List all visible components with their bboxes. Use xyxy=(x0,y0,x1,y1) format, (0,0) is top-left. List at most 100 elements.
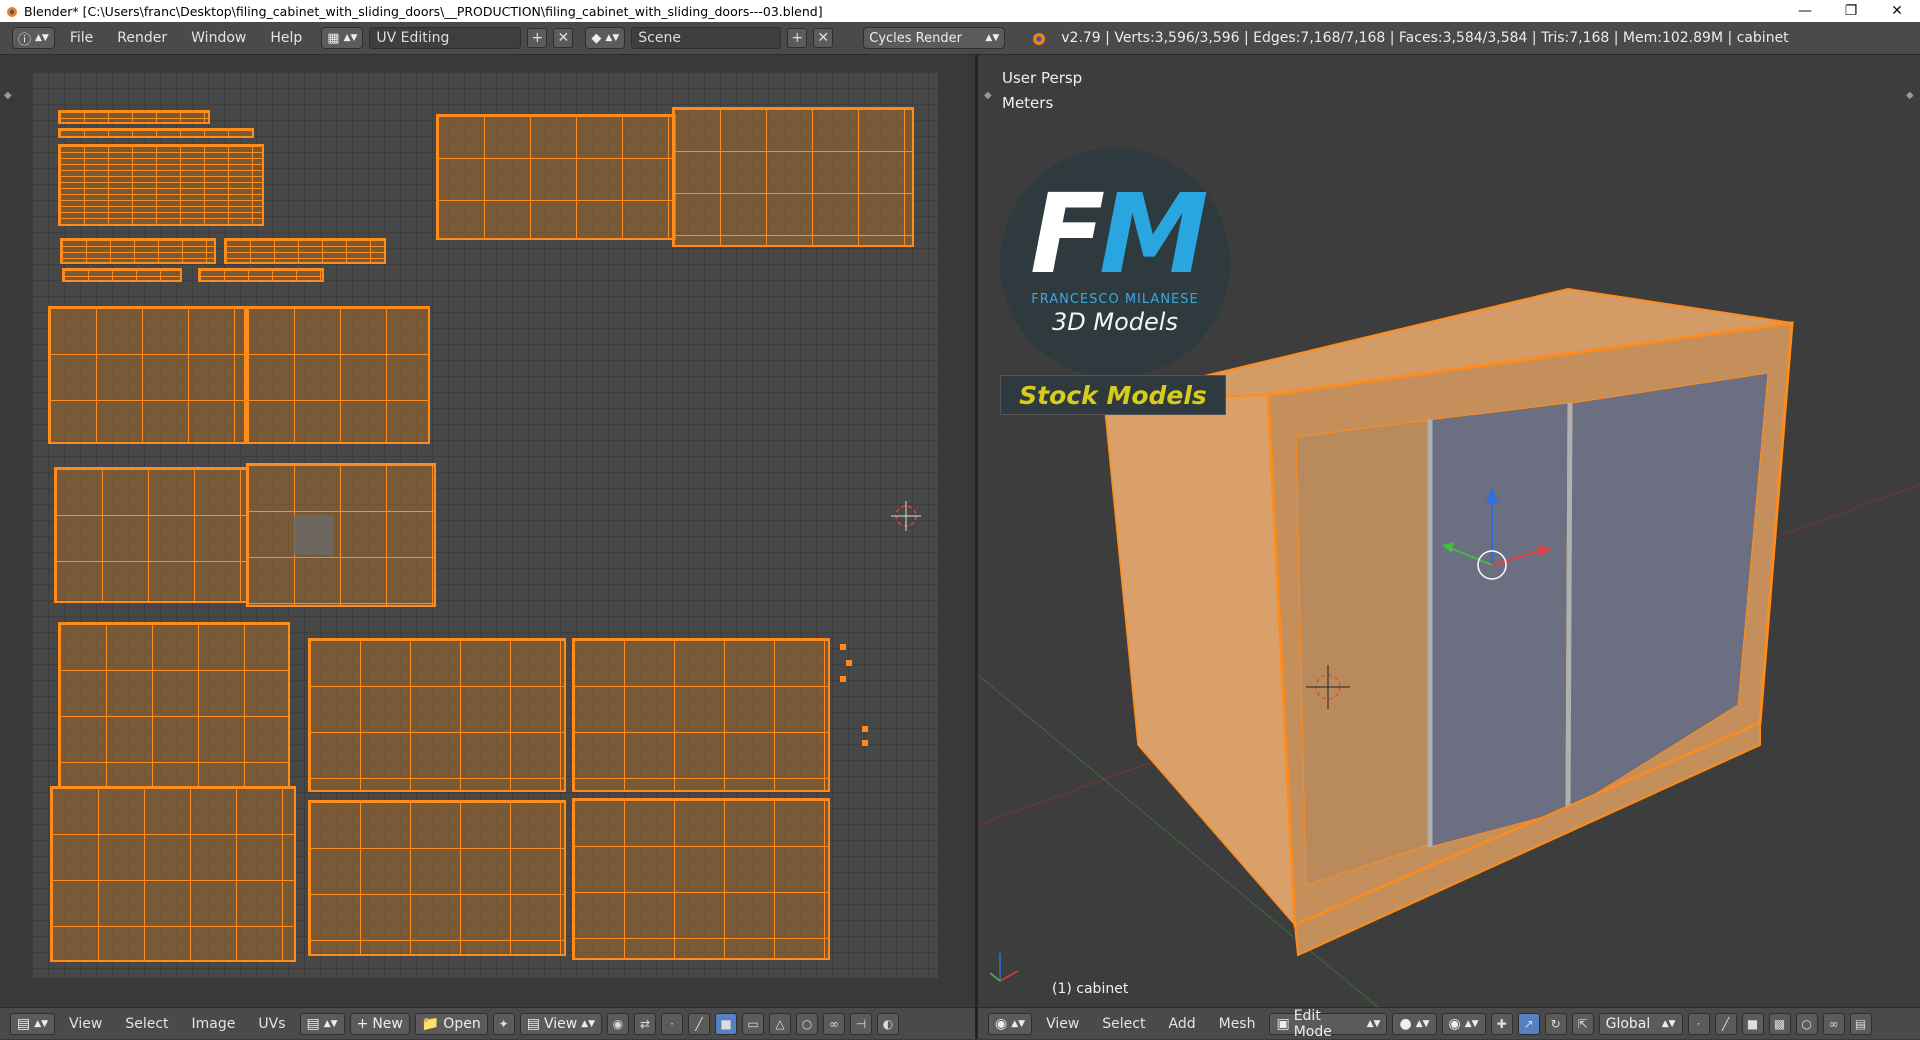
proportional-edit-icon[interactable]: ○ xyxy=(1795,1012,1818,1035)
uv-menu-image[interactable]: Image xyxy=(183,1016,245,1032)
add-layout-icon[interactable]: + xyxy=(527,28,548,48)
plus-icon: + xyxy=(356,1015,369,1032)
remove-scene-icon[interactable]: ✕ xyxy=(813,28,834,48)
menu-help[interactable]: Help xyxy=(261,30,311,46)
editor-type-info-button[interactable]: ⓘ ▲▼ xyxy=(12,27,55,49)
layout-grid-icon: ▦ xyxy=(327,30,340,46)
remove-layout-icon[interactable]: ✕ xyxy=(553,28,574,48)
translate-manipulator-icon[interactable]: ↗ xyxy=(1517,1012,1540,1035)
3d-view-icon: ◉ xyxy=(995,1015,1008,1032)
3d-viewport[interactable]: ◆ ◆ User Persp Meters FM FRANCESCO MILAN… xyxy=(978,55,1920,1007)
proportional-falloff-icon[interactable]: ◐ xyxy=(877,1012,900,1035)
view3d-menu-mesh[interactable]: Mesh xyxy=(1210,1016,1265,1032)
minimize-icon[interactable]: — xyxy=(1782,0,1828,22)
scene-selector-button[interactable]: ◆ ▲▼ xyxy=(585,27,626,49)
uv-island xyxy=(198,268,324,282)
view3d-menu-select[interactable]: Select xyxy=(1093,1016,1154,1032)
uv-island xyxy=(246,306,430,444)
uv-island xyxy=(436,114,676,240)
uv-menu-uvs[interactable]: UVs xyxy=(249,1016,294,1032)
uv-island xyxy=(50,786,296,962)
scene-name-field[interactable]: Scene xyxy=(631,27,782,49)
layout-screen-button[interactable]: ▦ ▲▼ xyxy=(321,27,364,49)
region-toggle-left-icon[interactable]: ◆ xyxy=(4,90,12,101)
pivot-point-icon: ◉ xyxy=(1448,1015,1461,1032)
uv-vertex xyxy=(840,676,846,682)
uv-island xyxy=(62,268,182,282)
pivot-point-dropdown[interactable]: ◉ ▲▼ xyxy=(1441,1012,1486,1035)
uv-island xyxy=(58,144,264,226)
proportional-edit-icon[interactable]: ○ xyxy=(796,1012,819,1035)
pivot-icon[interactable]: ◉ xyxy=(607,1012,630,1035)
2d-cursor-icon[interactable] xyxy=(891,501,921,531)
stock-models-badge: Stock Models xyxy=(1000,375,1226,415)
scale-manipulator-icon[interactable]: ⇱ xyxy=(1571,1012,1594,1035)
mode-dropdown[interactable]: ▣ Edit Mode ▲▼ xyxy=(1269,1008,1388,1040)
uv-island xyxy=(54,467,248,603)
logo-author: FRANCESCO MILANESE xyxy=(1031,292,1199,307)
uv-menu-view[interactable]: View xyxy=(60,1016,111,1032)
face-select-icon[interactable]: ■ xyxy=(1741,1012,1764,1035)
menu-render[interactable]: Render xyxy=(108,30,176,46)
vertex-select-icon[interactable]: ⋅ xyxy=(1687,1012,1710,1035)
uv-menu-select[interactable]: Select xyxy=(116,1016,177,1032)
add-scene-icon[interactable]: + xyxy=(787,28,808,48)
uv-island xyxy=(224,238,386,264)
info-icon: ⓘ xyxy=(18,32,32,48)
restore-icon[interactable]: ❐ xyxy=(1828,0,1874,22)
occlude-geometry-icon[interactable]: ▩ xyxy=(1768,1012,1791,1035)
snap-element-icon[interactable]: ⊣ xyxy=(850,1012,873,1035)
uv-vertex xyxy=(840,644,846,650)
snap-icon[interactable]: ∞ xyxy=(1822,1012,1845,1035)
pin-icon[interactable]: ✦ xyxy=(492,1012,515,1035)
vertex-select-icon[interactable]: ⋅ xyxy=(661,1012,684,1035)
logo-initial-m: M xyxy=(1099,170,1208,298)
uv-island xyxy=(58,128,254,138)
uv-island xyxy=(60,238,216,264)
uv-vertex xyxy=(862,740,868,746)
view3d-menu-add[interactable]: Add xyxy=(1160,1016,1205,1032)
shading-dropdown[interactable]: ● ▲▼ xyxy=(1392,1012,1437,1035)
sync-selection-icon[interactable]: ⇄ xyxy=(634,1012,657,1035)
render-engine-dropdown[interactable]: Cycles Render ▲▼ xyxy=(863,27,1006,49)
sticky-select-icon[interactable]: △ xyxy=(769,1012,792,1035)
manipulator-toggle-icon[interactable]: ✚ xyxy=(1490,1012,1513,1035)
view3d-menu-view[interactable]: View xyxy=(1037,1016,1088,1032)
rotate-manipulator-icon[interactable]: ↻ xyxy=(1544,1012,1567,1035)
axis-widget-y xyxy=(989,972,1001,982)
transform-orientation-dropdown[interactable]: Global ▲▼ xyxy=(1598,1012,1683,1035)
uv-island xyxy=(48,306,246,444)
edge-select-icon[interactable]: ╱ xyxy=(688,1012,711,1035)
menu-file[interactable]: File xyxy=(61,30,102,46)
new-image-button[interactable]: + New xyxy=(349,1012,410,1035)
browse-image-button[interactable]: ▤ ▲▼ xyxy=(299,1012,345,1035)
uv-island xyxy=(572,798,830,960)
face-select-icon[interactable]: ■ xyxy=(715,1012,738,1035)
snap-element-icon[interactable]: ▤ xyxy=(1849,1012,1872,1035)
uv-image-editor[interactable]: ◆ xyxy=(0,55,975,1007)
image-editor-icon: ▤ xyxy=(17,1015,31,1032)
window-title: Blender* [C:\Users\franc\Desktop\filing_… xyxy=(24,3,823,19)
edge-select-icon[interactable]: ╱ xyxy=(1714,1012,1737,1035)
door-divider xyxy=(1565,402,1573,812)
render-engine-value: Cycles Render xyxy=(869,30,962,46)
uv-canvas[interactable] xyxy=(32,72,938,978)
island-select-icon[interactable]: ▭ xyxy=(742,1012,765,1035)
solid-shading-icon: ● xyxy=(1399,1015,1412,1032)
fm-logo: FM FRANCESCO MILANESE 3D Models xyxy=(1000,148,1230,378)
uv-vertex xyxy=(846,660,852,666)
layout-name-field[interactable]: UV Editing xyxy=(369,27,522,49)
open-image-button[interactable]: 📁 Open xyxy=(414,1012,488,1035)
cabinet-interior xyxy=(1295,419,1429,886)
uv-island xyxy=(672,107,914,247)
menu-window[interactable]: Window xyxy=(182,30,255,46)
editor-type-button[interactable]: ▤ ▲▼ xyxy=(10,1012,56,1035)
uv-view-mode-dropdown[interactable]: ▤ View ▲▼ xyxy=(519,1012,603,1035)
close-icon[interactable]: ✕ xyxy=(1874,0,1920,22)
snap-icon[interactable]: ∞ xyxy=(823,1012,846,1035)
edit-mode-icon: ▣ xyxy=(1276,1015,1290,1032)
editor-type-button[interactable]: ◉ ▲▼ xyxy=(988,1012,1033,1035)
scene-icon: ◆ xyxy=(591,30,602,46)
image-icon: ▤ xyxy=(306,1015,320,1032)
info-header: ⓘ ▲▼ File Render Window Help ▦ ▲▼ UV Editi… xyxy=(0,22,1920,55)
